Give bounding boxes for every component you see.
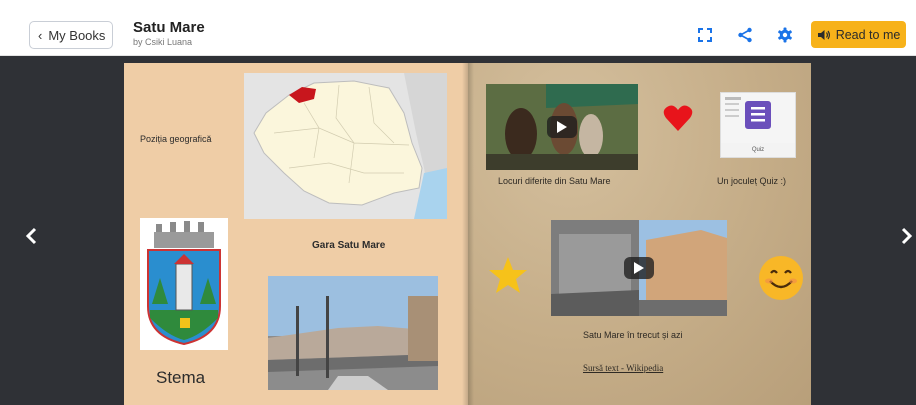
- play-button[interactable]: [547, 116, 577, 138]
- my-books-label: My Books: [48, 27, 106, 43]
- position-label: Poziția geografică: [140, 134, 212, 144]
- next-page-button[interactable]: [896, 226, 916, 246]
- video-past-present-thumbnail[interactable]: [551, 220, 727, 316]
- settings-button[interactable]: [774, 24, 796, 46]
- speaker-icon: [817, 29, 830, 40]
- heart-icon: [663, 104, 693, 137]
- gear-icon: [778, 27, 792, 43]
- book-author: by Csiki Luana: [133, 37, 193, 47]
- play-icon: [557, 121, 567, 133]
- smiley-icon: [758, 255, 804, 306]
- previous-page-button[interactable]: [22, 226, 42, 246]
- star-icon: [488, 256, 528, 299]
- chevron-left-icon: [25, 227, 37, 245]
- page-spine: [462, 63, 474, 405]
- coat-of-arms-label: Stema: [156, 368, 206, 387]
- play-button[interactable]: [624, 257, 654, 279]
- quiz-caption: Un joculeț Quiz :): [717, 176, 787, 186]
- coat-of-arms: [140, 218, 228, 350]
- read-to-me-button[interactable]: Read to me: [811, 21, 906, 48]
- chevron-left-icon: ‹: [38, 27, 43, 43]
- source-link[interactable]: Sursă text - Wikipedia: [583, 363, 663, 373]
- chevron-right-icon: [901, 227, 913, 245]
- book-title: Satu Mare: [133, 19, 205, 36]
- romania-map-image[interactable]: [244, 73, 447, 219]
- fullscreen-button[interactable]: [694, 24, 716, 46]
- station-label: Gara Satu Mare: [312, 240, 386, 251]
- video-past-present-caption: Satu Mare în trecut și azi: [583, 330, 683, 340]
- train-station-photo[interactable]: [268, 276, 438, 390]
- video-places-thumbnail[interactable]: [486, 84, 638, 170]
- quiz-card[interactable]: Quiz: [720, 92, 796, 158]
- fullscreen-icon: [698, 28, 712, 42]
- read-to-me-label: Read to me: [835, 27, 901, 42]
- romania-map: [244, 73, 447, 219]
- video-places-caption: Locuri diferite din Satu Mare: [498, 176, 611, 186]
- quiz-card-image: [721, 93, 795, 143]
- coat-of-arms-image[interactable]: [140, 218, 228, 350]
- share-icon: [738, 27, 752, 43]
- my-books-button[interactable]: ‹ My Books: [29, 21, 113, 49]
- play-icon: [634, 262, 644, 274]
- station-photo: [268, 276, 438, 390]
- header-bar: ‹ My Books Satu Mare by Csiki Luana Read…: [0, 0, 916, 56]
- quiz-card-label: Quiz: [751, 147, 765, 153]
- share-button[interactable]: [734, 24, 756, 46]
